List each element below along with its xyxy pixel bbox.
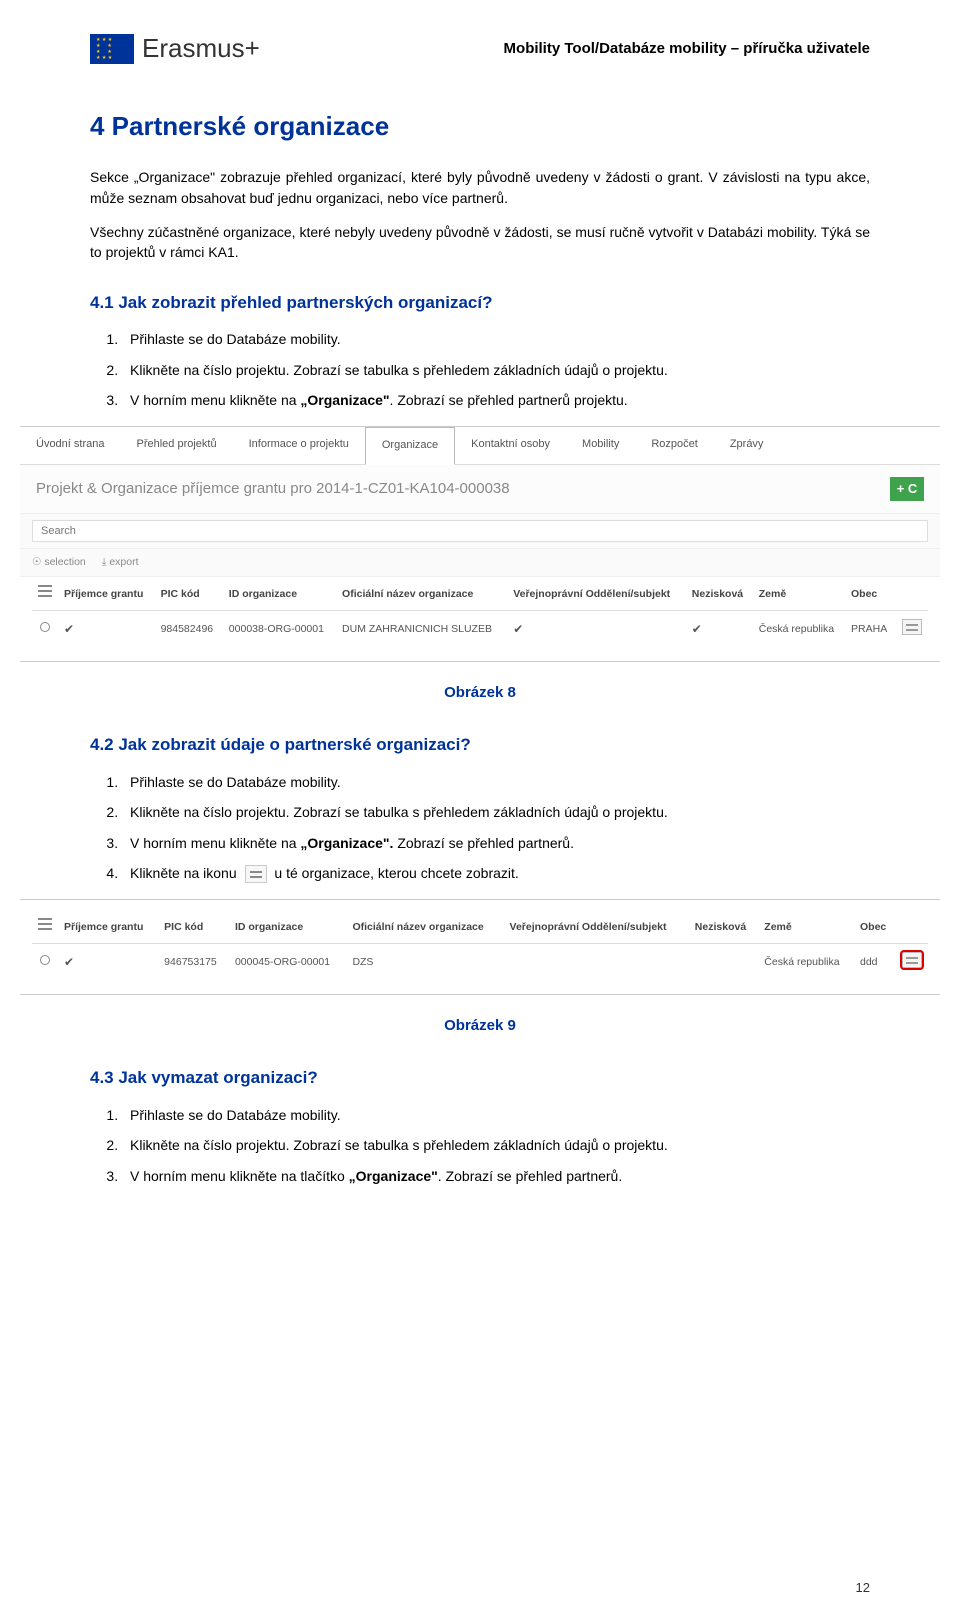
col-verejno: Veřejnoprávní Oddělení/subjekt: [504, 910, 689, 944]
step-item: Přihlaste se do Databáze mobility.: [122, 1105, 870, 1125]
col-nazev: Oficiální název organizace: [336, 577, 507, 611]
tab-projects[interactable]: Přehled projektů: [120, 427, 232, 464]
cell-zeme: Česká republika: [753, 611, 845, 649]
col-id: ID organizace: [229, 910, 346, 944]
tab-mobility[interactable]: Mobility: [566, 427, 635, 464]
tab-info[interactable]: Informace o projektu: [233, 427, 365, 464]
step-item: V horním menu klikněte na „Organizace". …: [122, 833, 870, 853]
toolbar: ☉ selection ⤓ export: [20, 549, 940, 577]
row-radio[interactable]: [40, 622, 50, 632]
step-item: Přihlaste se do Databáze mobility.: [122, 772, 870, 792]
screenshot-9: Příjemce grantu PIC kód ID organizace Of…: [20, 899, 940, 994]
col-zeme: Země: [753, 577, 845, 611]
col-prijemce: Příjemce grantu: [58, 577, 155, 611]
organizations-table-2: Příjemce grantu PIC kód ID organizace Of…: [32, 910, 928, 981]
section-4-3-heading: 4.3 Jak vymazat organizaci?: [90, 1066, 870, 1091]
export-tool[interactable]: ⤓ export: [102, 555, 139, 570]
steps-4-1: Přihlaste se do Databáze mobility. Klikn…: [122, 329, 870, 410]
col-id: ID organizace: [223, 577, 336, 611]
col-menu: [32, 577, 58, 611]
col-obec: Obec: [845, 577, 896, 611]
figure-caption-9: Obrázek 9: [90, 1015, 870, 1037]
cell-nezisk: ✔: [686, 611, 753, 649]
tab-home[interactable]: Úvodní strana: [20, 427, 120, 464]
page-number: 12: [856, 1579, 870, 1598]
tab-contacts[interactable]: Kontaktní osoby: [455, 427, 566, 464]
doc-title: Mobility Tool/Databáze mobility – příruč…: [504, 38, 870, 60]
cell-nazev: DZS: [346, 944, 503, 982]
col-obec: Obec: [854, 910, 896, 944]
logo-block: Erasmus+: [90, 30, 260, 68]
row-radio[interactable]: [40, 955, 50, 965]
table-row[interactable]: ✔ 984582496 000038-ORG-00001 DUM ZAHRANI…: [32, 611, 928, 649]
view-icon-highlighted[interactable]: [902, 952, 922, 968]
cell-verej: ✔: [507, 611, 686, 649]
table-row[interactable]: ✔ 946753175 000045-ORG-00001 DZS Česká r…: [32, 944, 928, 982]
col-pic: PIC kód: [158, 910, 229, 944]
step-item: V horním menu klikněte na „Organizace". …: [122, 390, 870, 410]
cell-verej: [504, 944, 689, 982]
col-zeme: Země: [758, 910, 854, 944]
step-item: Klikněte na ikonu u té organizace, ktero…: [122, 863, 870, 883]
col-nezisk: Nezisková: [686, 577, 753, 611]
step-item: Klikněte na číslo projektu. Zobrazí se t…: [122, 1135, 870, 1155]
page-header: Erasmus+ Mobility Tool/Databáze mobility…: [90, 30, 870, 68]
tab-organizations[interactable]: Organizace: [365, 427, 455, 465]
intro-paragraph-2: Všechny zúčastněné organizace, které neb…: [90, 222, 870, 263]
intro-paragraph-1: Sekce „Organizace" zobrazuje přehled org…: [90, 167, 870, 208]
col-verejno: Veřejnoprávní Oddělení/subjekt: [507, 577, 686, 611]
menu-icon[interactable]: [38, 585, 52, 597]
cell-obec: PRAHA: [845, 611, 896, 649]
screenshot-8: Úvodní strana Přehled projektů Informace…: [20, 426, 940, 662]
cell-prijemce: ✔: [58, 944, 158, 982]
cell-prijemce: ✔: [58, 611, 155, 649]
step-item: Klikněte na číslo projektu. Zobrazí se t…: [122, 802, 870, 822]
cell-nezisk: [689, 944, 758, 982]
section-4-heading: 4 Partnerské organizace: [90, 108, 870, 146]
view-icon[interactable]: [902, 619, 922, 635]
step-item: V horním menu klikněte na tlačítko „Orga…: [122, 1166, 870, 1186]
erasmus-logo-text: Erasmus+: [142, 30, 260, 68]
eu-flag-icon: [90, 34, 134, 64]
cell-pic: 946753175: [158, 944, 229, 982]
selection-tool[interactable]: ☉ selection: [32, 555, 86, 570]
section-4-2-heading: 4.2 Jak zobrazit údaje o partnerské orga…: [90, 733, 870, 758]
cell-zeme: Česká republika: [758, 944, 854, 982]
col-pic: PIC kód: [155, 577, 223, 611]
col-nezisk: Nezisková: [689, 910, 758, 944]
search-input[interactable]: [32, 520, 928, 542]
steps-4-2: Přihlaste se do Databáze mobility. Klikn…: [122, 772, 870, 883]
list-icon: [245, 865, 267, 883]
step-item: Přihlaste se do Databáze mobility.: [122, 329, 870, 349]
col-nazev: Oficiální název organizace: [346, 910, 503, 944]
step-item: Klikněte na číslo projektu. Zobrazí se t…: [122, 360, 870, 380]
cell-obec: ddd: [854, 944, 896, 982]
cell-id: 000045-ORG-00001: [229, 944, 346, 982]
organizations-table: Příjemce grantu PIC kód ID organizace Of…: [32, 577, 928, 648]
cell-pic: 984582496: [155, 611, 223, 649]
cell-nazev: DUM ZAHRANICNICH SLUZEB: [336, 611, 507, 649]
cell-id: 000038-ORG-00001: [223, 611, 336, 649]
figure-caption-8: Obrázek 8: [90, 682, 870, 704]
col-prijemce: Příjemce grantu: [58, 910, 158, 944]
add-button[interactable]: + C: [890, 477, 924, 501]
tab-reports[interactable]: Zprávy: [714, 427, 780, 464]
steps-4-3: Přihlaste se do Databáze mobility. Klikn…: [122, 1105, 870, 1186]
menu-icon[interactable]: [38, 918, 52, 930]
section-4-1-heading: 4.1 Jak zobrazit přehled partnerských or…: [90, 291, 870, 316]
nav-tabs: Úvodní strana Přehled projektů Informace…: [20, 427, 940, 465]
project-title-bar: Projekt & Organizace příjemce grantu pro…: [20, 465, 940, 514]
tab-budget[interactable]: Rozpočet: [635, 427, 713, 464]
